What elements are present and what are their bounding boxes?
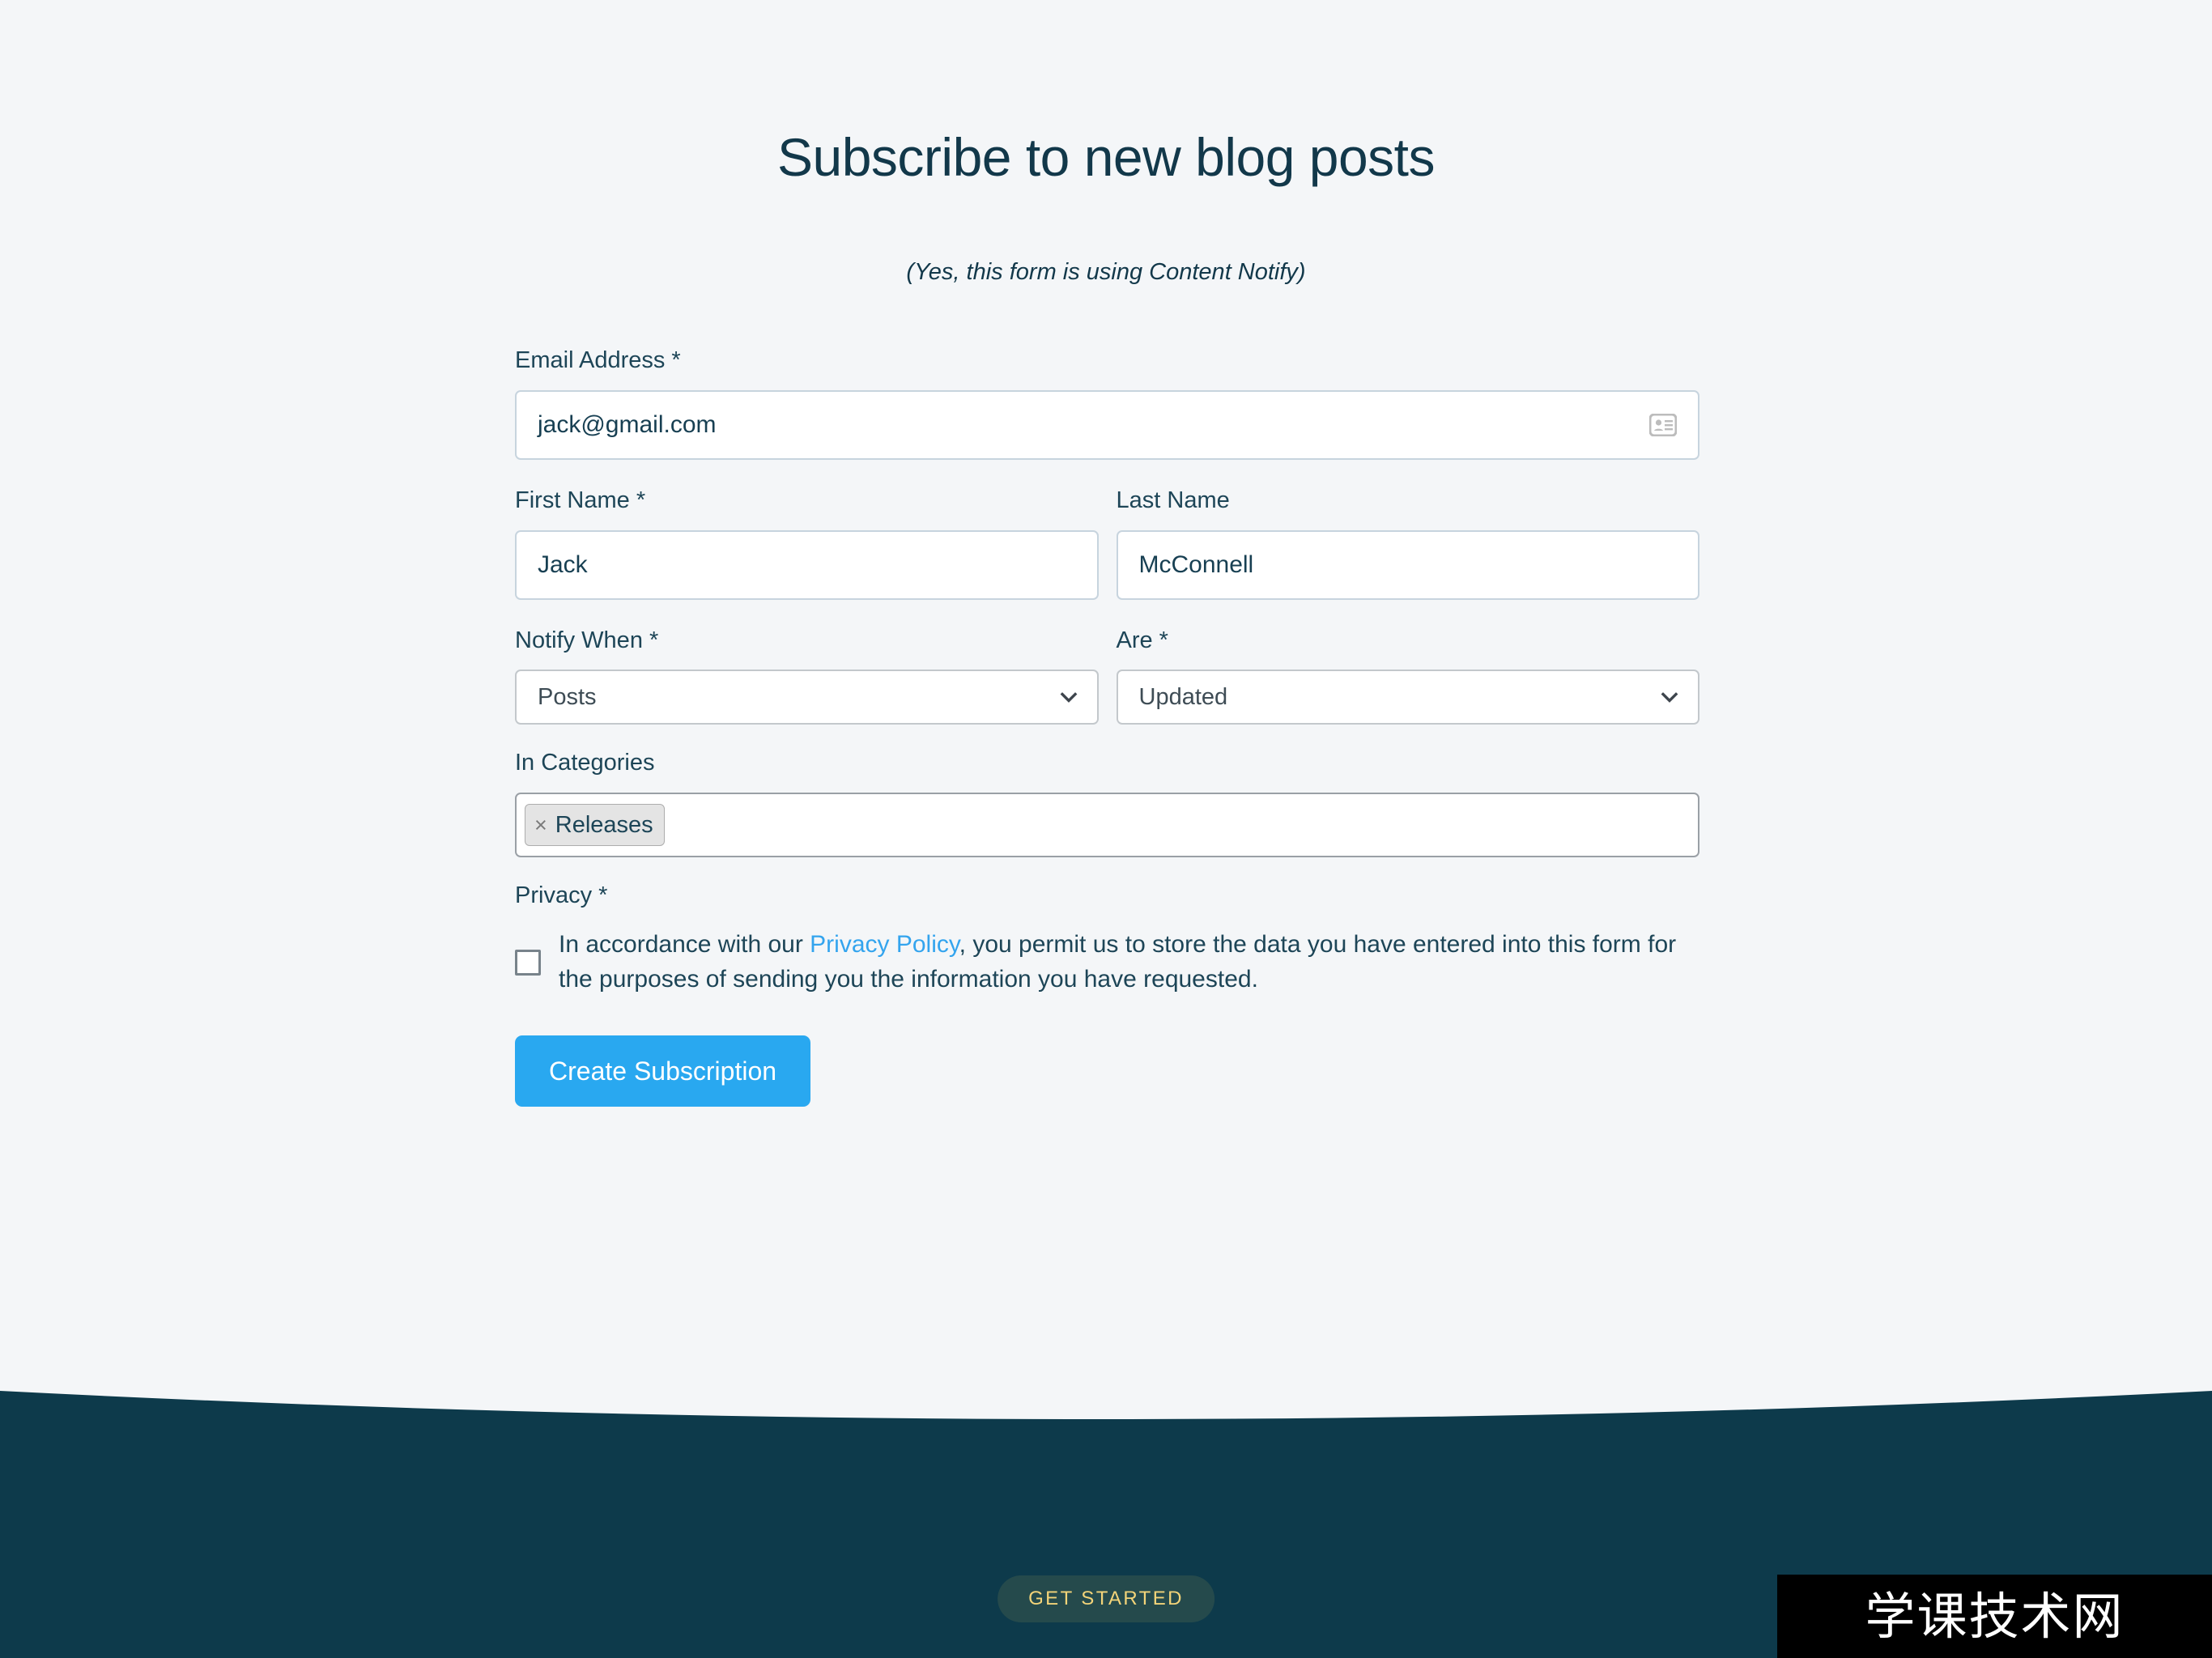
email-input[interactable]: jack@gmail.com — [515, 389, 1699, 460]
in-categories-label: In Categories — [515, 750, 655, 776]
watermark: 学课技术网 — [1777, 1575, 2212, 1658]
are-field-group: Are * Updated — [1116, 627, 1699, 725]
privacy-text-before-link: In accordance with our — [559, 930, 810, 958]
watermark-text: 学课技术网 — [1865, 1586, 2125, 1646]
subscription-form: Email Address * jack@gmail.com First Nam… — [515, 346, 1699, 1107]
get-started-button[interactable]: GET STARTED — [998, 1575, 1214, 1622]
category-token[interactable]: × Releases — [525, 804, 665, 847]
privacy-consent-row: In accordance with our Privacy Policy, y… — [515, 928, 1699, 997]
are-select[interactable]: Updated — [1116, 670, 1699, 725]
in-categories-input[interactable]: × Releases — [515, 793, 1699, 858]
notify-when-label: Notify When * — [515, 627, 659, 653]
last-name-input[interactable]: McConnell — [1116, 529, 1699, 600]
are-label: Are * — [1116, 627, 1168, 653]
first-name-field-group: First Name * Jack — [515, 487, 1099, 600]
in-categories-field-group: In Categories × Releases — [515, 749, 1699, 858]
subscribe-page: Subscribe to new blog posts (Yes, this f… — [0, 0, 2212, 1658]
name-row: First Name * Jack Last Name McConnell — [515, 487, 1699, 600]
page-subtitle: (Yes, this form is using Content Notify) — [906, 259, 1306, 285]
last-name-input-value: McConnell — [1138, 551, 1254, 578]
privacy-field-group: Privacy * In accordance with our Privacy… — [515, 882, 1699, 997]
first-name-input[interactable]: Jack — [515, 529, 1099, 600]
last-name-label: Last Name — [1116, 487, 1230, 513]
privacy-checkbox[interactable] — [515, 949, 541, 976]
chevron-down-icon — [1659, 687, 1680, 708]
first-name-label: First Name * — [515, 487, 646, 513]
chevron-down-icon — [1058, 687, 1079, 708]
notify-row: Notify When * Posts Are * Updated — [515, 627, 1699, 725]
privacy-label: Privacy * — [515, 882, 608, 909]
contact-card-icon[interactable] — [1648, 413, 1678, 437]
category-token-label: Releases — [555, 811, 653, 838]
are-selected-value: Updated — [1138, 683, 1228, 710]
privacy-consent-text: In accordance with our Privacy Policy, y… — [559, 928, 1699, 997]
email-label: Email Address * — [515, 347, 681, 373]
first-name-input-value: Jack — [538, 551, 588, 578]
notify-when-field-group: Notify When * Posts — [515, 627, 1099, 725]
remove-token-icon[interactable]: × — [534, 814, 547, 836]
last-name-field-group: Last Name McConnell — [1116, 487, 1699, 600]
notify-when-selected-value: Posts — [538, 683, 597, 710]
email-field-group: Email Address * jack@gmail.com — [515, 346, 1699, 460]
privacy-policy-link[interactable]: Privacy Policy — [810, 931, 959, 958]
page-title: Subscribe to new blog posts — [777, 127, 1435, 187]
create-subscription-button[interactable]: Create Subscription — [515, 1035, 811, 1107]
notify-when-select[interactable]: Posts — [515, 670, 1099, 725]
email-input-value: jack@gmail.com — [538, 410, 717, 438]
